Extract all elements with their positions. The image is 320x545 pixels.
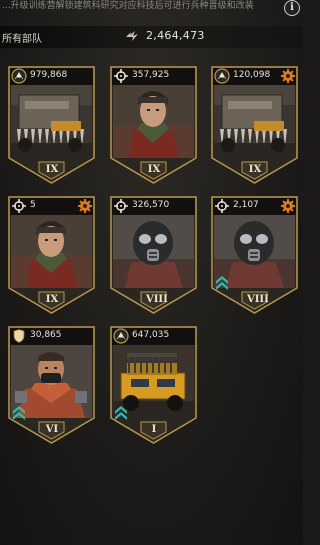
unit-rank: VI xyxy=(45,424,59,435)
crosshair-icon xyxy=(12,199,26,213)
tank-icon xyxy=(113,328,129,344)
unit-rank: VIII xyxy=(247,294,269,305)
crosshair-icon xyxy=(215,199,229,213)
info-icon[interactable]: i xyxy=(284,0,300,16)
unit-portrait xyxy=(113,85,194,158)
gear-icon[interactable] xyxy=(280,198,296,214)
power-icon xyxy=(126,31,138,41)
shield-icon xyxy=(13,329,25,343)
unit-count: 357,925 xyxy=(132,70,170,80)
unit-count: 2,107 xyxy=(233,200,259,210)
unit-rank: IX xyxy=(45,164,59,175)
top-bar: ...升级训练营解锁建筑科研究对应科技后可进行兵种晋级和改装 i xyxy=(0,0,303,22)
crosshair-icon xyxy=(114,199,128,213)
unit-portrait xyxy=(11,85,92,158)
unit-count: 326,570 xyxy=(132,200,170,210)
unit-rank: IX xyxy=(248,164,262,175)
tank-icon xyxy=(214,68,230,84)
unit-card[interactable]: 647,035 I xyxy=(110,326,197,444)
unit-count: 30,865 xyxy=(30,330,62,340)
promotion-chevron-icon xyxy=(13,406,25,420)
upgrade-hint-text: ...升级训练营解锁建筑科研究对应科技后可进行兵种晋级和改装 xyxy=(2,1,254,11)
unit-card[interactable]: 979,868 IX xyxy=(8,66,95,184)
gear-icon[interactable] xyxy=(77,198,93,214)
unit-portrait xyxy=(214,85,295,158)
unit-card[interactable]: 120,098 IX xyxy=(211,66,298,184)
unit-portrait xyxy=(11,215,92,288)
unit-card[interactable]: 30,865 VI xyxy=(8,326,95,444)
promotion-chevron-icon xyxy=(216,276,228,290)
unit-count: 5 xyxy=(30,200,36,210)
all-troops-header: 所有部队 2,464,473 xyxy=(0,26,303,48)
unit-rank: VIII xyxy=(146,294,168,305)
unit-card[interactable]: 5 IX xyxy=(8,196,95,314)
crosshair-icon xyxy=(114,69,128,83)
unit-portrait xyxy=(113,215,194,288)
unit-count: 979,868 xyxy=(30,70,68,80)
all-troops-label: 所有部队 xyxy=(2,34,42,45)
unit-card[interactable]: 326,570 VIII xyxy=(110,196,197,314)
unit-card[interactable]: 357,925 IX xyxy=(110,66,197,184)
unit-rank: IX xyxy=(45,294,59,305)
gear-icon[interactable] xyxy=(280,68,296,84)
unit-rank: I xyxy=(151,424,157,435)
unit-card[interactable]: 2,107 VIII xyxy=(211,196,298,314)
promotion-chevron-icon xyxy=(115,406,127,420)
unit-count: 120,098 xyxy=(233,70,271,80)
total-power-value: 2,464,473 xyxy=(146,29,205,42)
unit-count: 647,035 xyxy=(132,330,170,340)
tank-icon xyxy=(11,68,27,84)
unit-rank: IX xyxy=(147,164,161,175)
